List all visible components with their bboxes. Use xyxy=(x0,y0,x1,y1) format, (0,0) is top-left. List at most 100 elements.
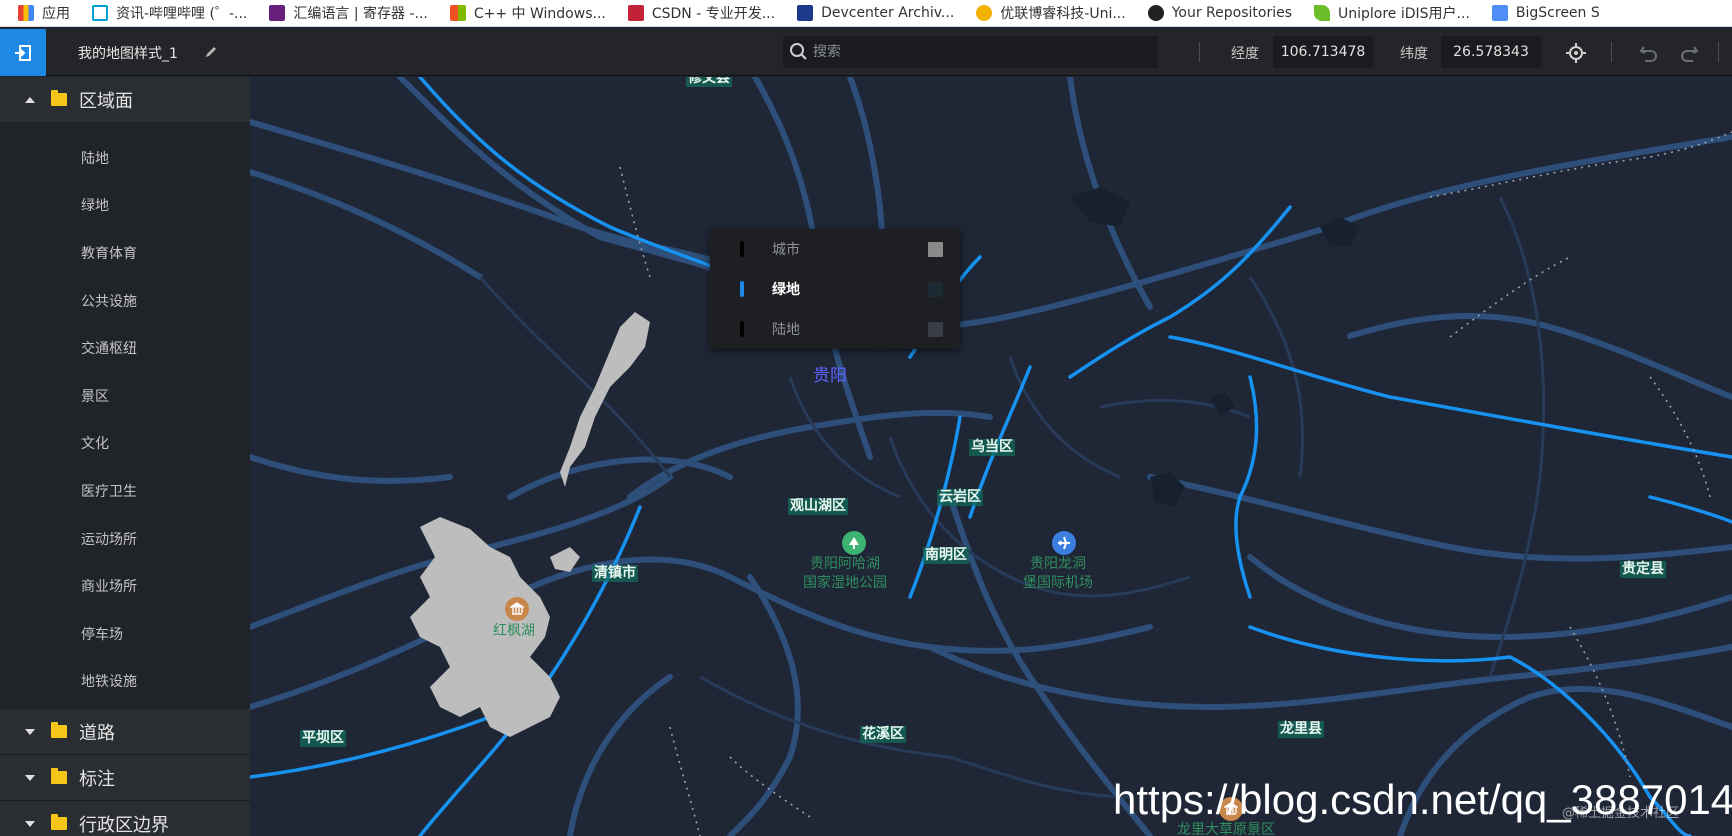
poi-label[interactable]: 贵阳龙洞 堡国际机场 xyxy=(1023,555,1093,593)
popup-row-city[interactable]: 城市 xyxy=(710,229,960,269)
longitude-field[interactable]: 106.713478 xyxy=(1273,36,1373,68)
bookmark-devcenter[interactable]: Devcenter Archiv... xyxy=(797,0,955,26)
group-label: 行政区边界 xyxy=(79,814,169,836)
place-label[interactable]: 清镇市 xyxy=(592,565,638,582)
search-box[interactable] xyxy=(783,36,1158,68)
place-label[interactable]: 乌当区 xyxy=(969,439,1015,456)
popup-row-land[interactable]: 陆地 xyxy=(710,309,960,349)
group-roads[interactable]: 道路 xyxy=(0,709,250,755)
row-indicator xyxy=(740,241,744,257)
bookmark-bilibili[interactable]: 资讯-哔哩哔哩 (゜-... xyxy=(92,0,248,26)
color-swatch[interactable] xyxy=(928,241,943,257)
undo-icon[interactable] xyxy=(1637,41,1661,65)
layer-item[interactable]: 文化 xyxy=(0,420,250,468)
apps-grid-icon xyxy=(18,5,34,21)
bookmark-github[interactable]: Your Repositories xyxy=(1147,0,1292,26)
bookmark-csdn[interactable]: CSDN - 专业开发... xyxy=(627,0,775,26)
place-label[interactable]: 观山湖区 xyxy=(788,498,848,515)
bookmark-bigscreen[interactable]: BigScreen S xyxy=(1491,0,1600,26)
place-label[interactable]: 花溪区 xyxy=(860,726,906,743)
poi-label[interactable]: 贵阳阿哈湖 国家湿地公园 xyxy=(803,555,887,593)
layer-item[interactable]: 交通枢纽 xyxy=(0,324,250,372)
caret-down-icon xyxy=(25,820,35,827)
bookmark-label: Your Repositories xyxy=(1171,5,1292,21)
github-icon xyxy=(1147,5,1164,21)
uniplore-icon xyxy=(976,5,993,21)
group-label: 道路 xyxy=(79,722,115,744)
row-indicator xyxy=(740,281,744,297)
layer-item[interactable]: 地铁设施 xyxy=(0,658,250,706)
place-label[interactable]: 平坝区 xyxy=(300,730,346,747)
color-swatch[interactable] xyxy=(928,281,943,297)
group-label: 区域面 xyxy=(79,90,133,112)
search-input[interactable] xyxy=(813,44,1133,60)
locate-target-icon[interactable] xyxy=(1564,41,1588,65)
layer-item[interactable]: 绿地 xyxy=(0,182,250,230)
layer-item[interactable]: 停车场 xyxy=(0,610,250,658)
editor-toolbar: 我的地图样式_1 经度 106.713478 纬度 26.578343 xyxy=(0,29,1732,76)
bookmark-label: 汇编语言 | 寄存器 -... xyxy=(293,6,428,22)
layer-item[interactable]: 公共设施 xyxy=(0,277,250,325)
place-label[interactable]: 南明区 xyxy=(923,547,969,564)
group-admin-boundary[interactable]: 行政区边界 xyxy=(0,801,250,836)
park-tree-icon[interactable] xyxy=(842,531,866,555)
exit-icon xyxy=(15,44,31,61)
divider xyxy=(1611,42,1612,62)
place-label[interactable]: 贵定县 xyxy=(1620,561,1666,578)
bookmark-label: 资讯-哔哩哔哩 (゜-... xyxy=(116,6,248,22)
divider xyxy=(1199,42,1200,62)
search-icon xyxy=(790,43,807,60)
group-area-faces[interactable]: 区域面 xyxy=(0,77,250,122)
juejin-watermark: @稀土掘金技术社区 xyxy=(1562,806,1680,821)
popup-row-greenland[interactable]: 绿地 xyxy=(710,269,960,309)
leaf-icon xyxy=(1314,5,1330,21)
bookmark-assembly[interactable]: 汇编语言 | 寄存器 -... xyxy=(269,0,428,26)
bookmark-label: BigScreen S xyxy=(1515,5,1600,21)
bookmark-idis[interactable]: Uniplore iDIS用户... xyxy=(1314,0,1470,26)
layer-item[interactable]: 医疗卫生 xyxy=(0,467,250,515)
place-label[interactable]: 龙里县 xyxy=(1278,721,1324,738)
map-canvas[interactable]: 修文县 乌当区 云岩区 观山湖区 南明区 清镇市 贵定县 龙里县 平坝区 花溪区… xyxy=(250,77,1732,836)
layer-item[interactable]: 陆地 xyxy=(0,134,250,182)
bookmark-cpp-windows[interactable]: C++ 中 Windows... xyxy=(449,0,606,26)
exit-button[interactable] xyxy=(0,29,46,76)
bookmark-label: 优联博睿科技-Uni... xyxy=(1000,6,1126,22)
latitude-label: 纬度 xyxy=(1400,46,1428,62)
bookmark-apps[interactable]: 应用 xyxy=(18,0,70,26)
bookmark-uniplore[interactable]: 优联博睿科技-Uni... xyxy=(976,0,1126,26)
bookmark-label: C++ 中 Windows... xyxy=(473,6,606,22)
bookmark-label: Devcenter Archiv... xyxy=(821,5,955,21)
popup-row-label: 陆地 xyxy=(772,322,800,338)
group-label: 标注 xyxy=(79,768,115,790)
folder-icon xyxy=(51,722,67,739)
folder-icon xyxy=(51,90,67,106)
style-title: 我的地图样式_1 xyxy=(78,46,178,62)
place-label[interactable]: 云岩区 xyxy=(937,489,983,506)
longitude-label: 经度 xyxy=(1231,46,1259,62)
csdn-icon xyxy=(627,5,644,21)
layer-style-popup: 城市 绿地 陆地 xyxy=(710,229,960,349)
popup-row-label: 城市 xyxy=(772,242,800,258)
bigscreen-icon xyxy=(1491,5,1508,21)
caret-down-icon xyxy=(25,728,35,735)
divider xyxy=(1718,42,1719,62)
map-base-layer xyxy=(250,77,1732,836)
pencil-edit-icon[interactable] xyxy=(203,44,219,60)
layer-sidebar: 区域面 陆地 绿地 教育体育 公共设施 交通枢纽 景区 文化 医疗卫生 运动场所… xyxy=(0,77,250,836)
group-labels[interactable]: 标注 xyxy=(0,755,250,801)
layer-item[interactable]: 教育体育 xyxy=(0,229,250,277)
place-label[interactable]: 修文县 xyxy=(686,77,732,87)
museum-icon[interactable] xyxy=(505,597,529,621)
layer-item[interactable]: 景区 xyxy=(0,372,250,420)
airplane-icon[interactable] xyxy=(1052,531,1076,555)
folder-icon xyxy=(51,814,67,831)
poi-label[interactable]: 红枫湖 xyxy=(493,622,535,641)
layer-item[interactable]: 运动场所 xyxy=(0,515,250,563)
layer-item[interactable]: 商业场所 xyxy=(0,562,250,610)
caret-up-icon xyxy=(25,96,35,103)
color-swatch[interactable] xyxy=(928,321,943,337)
latitude-field[interactable]: 26.578343 xyxy=(1441,36,1541,68)
city-label[interactable]: 贵阳 xyxy=(813,361,847,386)
redo-icon[interactable] xyxy=(1677,41,1701,65)
area-faces-list: 陆地 绿地 教育体育 公共设施 交通枢纽 景区 文化 医疗卫生 运动场所 商业场… xyxy=(0,122,250,710)
